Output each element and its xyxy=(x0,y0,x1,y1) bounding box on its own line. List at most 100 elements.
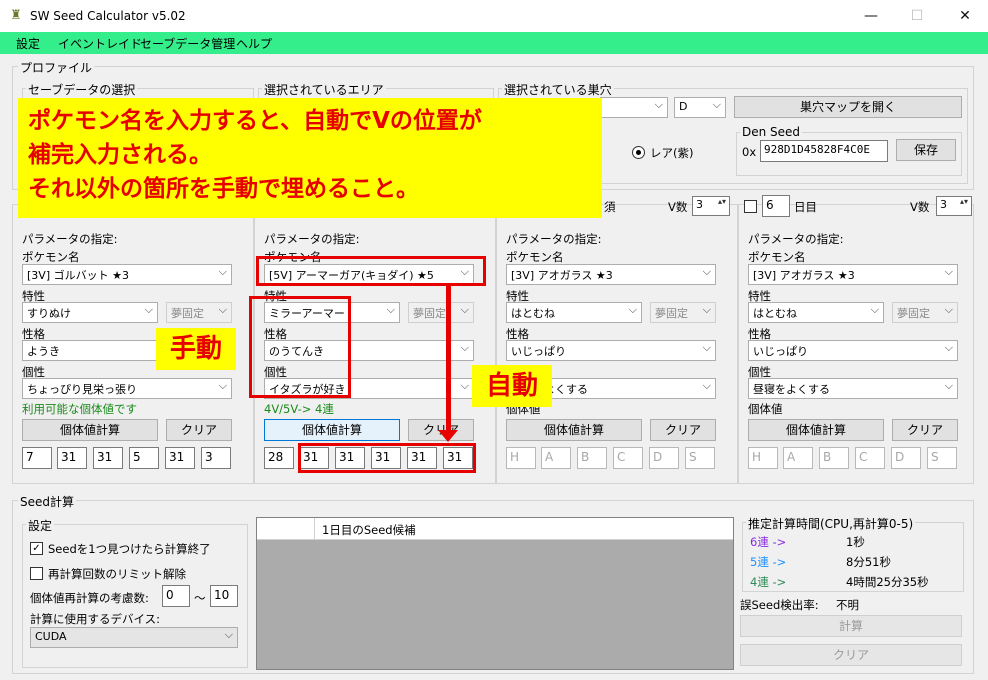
status-text-1: 利用可能な個体値です xyxy=(22,402,137,416)
characteristic-select-1[interactable]: ちょっぴり見栄っ張り xyxy=(22,378,232,399)
dream-fixed-select-3[interactable]: 夢固定 xyxy=(650,302,716,323)
device-select[interactable]: CUDA xyxy=(30,627,238,648)
day4-input[interactable]: 6 xyxy=(762,195,790,217)
ability-select-1[interactable]: すりぬけ xyxy=(22,302,158,323)
stop-on-found-checkbox[interactable]: ✓ xyxy=(30,542,43,555)
clear-button-4[interactable]: クリア xyxy=(892,419,958,441)
auto-highlight-box xyxy=(298,443,476,473)
iv-d-3[interactable]: D xyxy=(649,447,679,469)
estimate-4-time: 4時間25分35秒 xyxy=(846,575,929,589)
pokemon-select-4[interactable]: [3V] アオガラス ★3 xyxy=(748,264,958,285)
ability-select-4[interactable]: はとむね xyxy=(748,302,884,323)
iv-d-1[interactable]: 31 xyxy=(165,447,195,469)
param-label-1: パラメータの指定: xyxy=(22,232,118,246)
param-label-4: パラメータの指定: xyxy=(748,232,844,246)
unlimit-checkbox[interactable] xyxy=(30,567,43,580)
iv-a-3[interactable]: A xyxy=(541,447,571,469)
pokemon-select-3[interactable]: [3V] アオガラス ★3 xyxy=(506,264,716,285)
ability-select-3[interactable]: はとむね xyxy=(506,302,642,323)
estimate-6-time: 1秒 xyxy=(846,535,865,549)
iv-s-4[interactable]: S xyxy=(927,447,957,469)
iv-c-1[interactable]: 5 xyxy=(129,447,159,469)
annotation-line-3: それ以外の箇所を手動で埋めること。 xyxy=(28,176,419,202)
estimate-legend: 推定計算時間(CPU,再計算0-5) xyxy=(746,515,916,532)
v-count-4[interactable]: 3 xyxy=(936,196,972,216)
annotation-line-2: 補完入力される。 xyxy=(28,142,212,168)
menu-save-data[interactable]: セーブデータ管理 xyxy=(140,35,235,52)
dream-fixed-select-4[interactable]: 夢固定 xyxy=(892,302,958,323)
day-suffix-3: 須 xyxy=(604,200,616,214)
menu-event-raid[interactable]: イベントレイド xyxy=(58,35,142,52)
pokemon-select-1[interactable]: [3V] ゴルバット ★3 xyxy=(22,264,232,285)
rare-radio[interactable] xyxy=(632,146,645,159)
minimize-button[interactable]: — xyxy=(848,0,894,32)
iv-h-3[interactable]: H xyxy=(506,447,536,469)
ivs-label-4: 個体値 xyxy=(748,402,783,416)
pokemon-label-3: ポケモン名 xyxy=(506,250,564,264)
dream-fixed-select-1[interactable]: 夢固定 xyxy=(166,302,232,323)
menu-settings[interactable]: 設定 xyxy=(16,35,40,52)
clear-button-1[interactable]: クリア xyxy=(166,419,232,441)
app-icon: ♜ xyxy=(10,8,22,23)
iv-c-3[interactable]: C xyxy=(613,447,643,469)
iv-b-1[interactable]: 31 xyxy=(93,447,123,469)
iv-s-1[interactable]: 3 xyxy=(201,447,231,469)
v-count-label-3: V数 xyxy=(668,200,688,214)
open-den-map-button[interactable]: 巣穴マップを開く xyxy=(734,96,962,118)
v-count-3[interactable]: 3 xyxy=(692,196,730,216)
den-select[interactable] xyxy=(600,97,668,118)
settings-legend: 設定 xyxy=(26,517,55,534)
save-data-legend: セーブデータの選択 xyxy=(26,81,138,98)
window-title: SW Seed Calculator v5.02 xyxy=(30,9,186,23)
dream-fixed-select-2[interactable]: 夢固定 xyxy=(408,302,474,323)
den-seed-input[interactable]: 928D1D45828F4C0E xyxy=(760,140,888,162)
auto-label: 自動 xyxy=(472,365,552,407)
unlimit-label: 再計算回数のリミット解除 xyxy=(48,567,186,581)
clear-button-3[interactable]: クリア xyxy=(650,419,716,441)
manual-label: 手動 xyxy=(156,328,236,370)
close-button[interactable]: ✕ xyxy=(942,0,988,32)
manual-highlight-box xyxy=(249,296,351,398)
calc-iv-button-4[interactable]: 個体値計算 xyxy=(748,419,884,441)
param-label-2: パラメータの指定: xyxy=(264,232,360,246)
consider-from-input[interactable]: 0 xyxy=(162,585,190,607)
arrow-head-icon xyxy=(438,430,458,442)
pokemon-highlight-box xyxy=(256,256,486,286)
iv-h-4[interactable]: H xyxy=(748,447,778,469)
annotation-line-1: ポケモン名を入力すると、自動でVの位置が xyxy=(28,108,482,134)
calc-iv-button-2[interactable]: 個体値計算 xyxy=(264,419,400,441)
iv-s-3[interactable]: S xyxy=(685,447,715,469)
iv-c-4[interactable]: C xyxy=(855,447,885,469)
param-label-3: パラメータの指定: xyxy=(506,232,602,246)
estimate-5-time: 8分51秒 xyxy=(846,555,891,569)
stop-on-found-label: Seedを1つ見つけたら計算終了 xyxy=(48,542,211,556)
false-rate-value: 不明 xyxy=(836,598,859,612)
maximize-button[interactable]: ☐ xyxy=(894,0,940,32)
consider-to-input[interactable]: 10 xyxy=(210,585,238,607)
characteristic-select-4[interactable]: 昼寝をよくする xyxy=(748,378,958,399)
iv-a-4[interactable]: A xyxy=(783,447,813,469)
iv-a-1[interactable]: 31 xyxy=(57,447,87,469)
calc-iv-button-3[interactable]: 個体値計算 xyxy=(506,419,642,441)
status-text-2: 4V/5V-> 4連 xyxy=(264,402,334,416)
calc-iv-button-1[interactable]: 個体値計算 xyxy=(22,419,158,441)
day4-checkbox[interactable] xyxy=(744,200,757,213)
nature-select-3[interactable]: いじっぱり xyxy=(506,340,716,361)
table-header-seed: 1日目のSeed候補 xyxy=(322,523,416,537)
iv-b-4[interactable]: B xyxy=(819,447,849,469)
iv-h-2[interactable]: 28 xyxy=(264,447,294,469)
den-legend: 選択されている巣穴 xyxy=(502,81,614,98)
den-seed-legend: Den Seed xyxy=(740,125,803,139)
iv-b-3[interactable]: B xyxy=(577,447,607,469)
annotation-banner: ポケモン名を入力すると、自動でVの位置が 補完入力される。 それ以外の箇所を手動… xyxy=(18,98,602,218)
den-letter-select[interactable]: D xyxy=(674,97,726,118)
menu-help[interactable]: ヘルプ xyxy=(236,35,272,52)
calc-button[interactable]: 計算 xyxy=(740,615,962,637)
iv-d-4[interactable]: D xyxy=(891,447,921,469)
seed-clear-button[interactable]: クリア xyxy=(740,644,962,666)
device-label: 計算に使用するデバイス: xyxy=(30,612,161,626)
day-suffix-4: 日目 xyxy=(794,200,817,214)
save-button[interactable]: 保存 xyxy=(896,139,956,161)
iv-h-1[interactable]: 7 xyxy=(22,447,52,469)
nature-select-4[interactable]: いじっぱり xyxy=(748,340,958,361)
